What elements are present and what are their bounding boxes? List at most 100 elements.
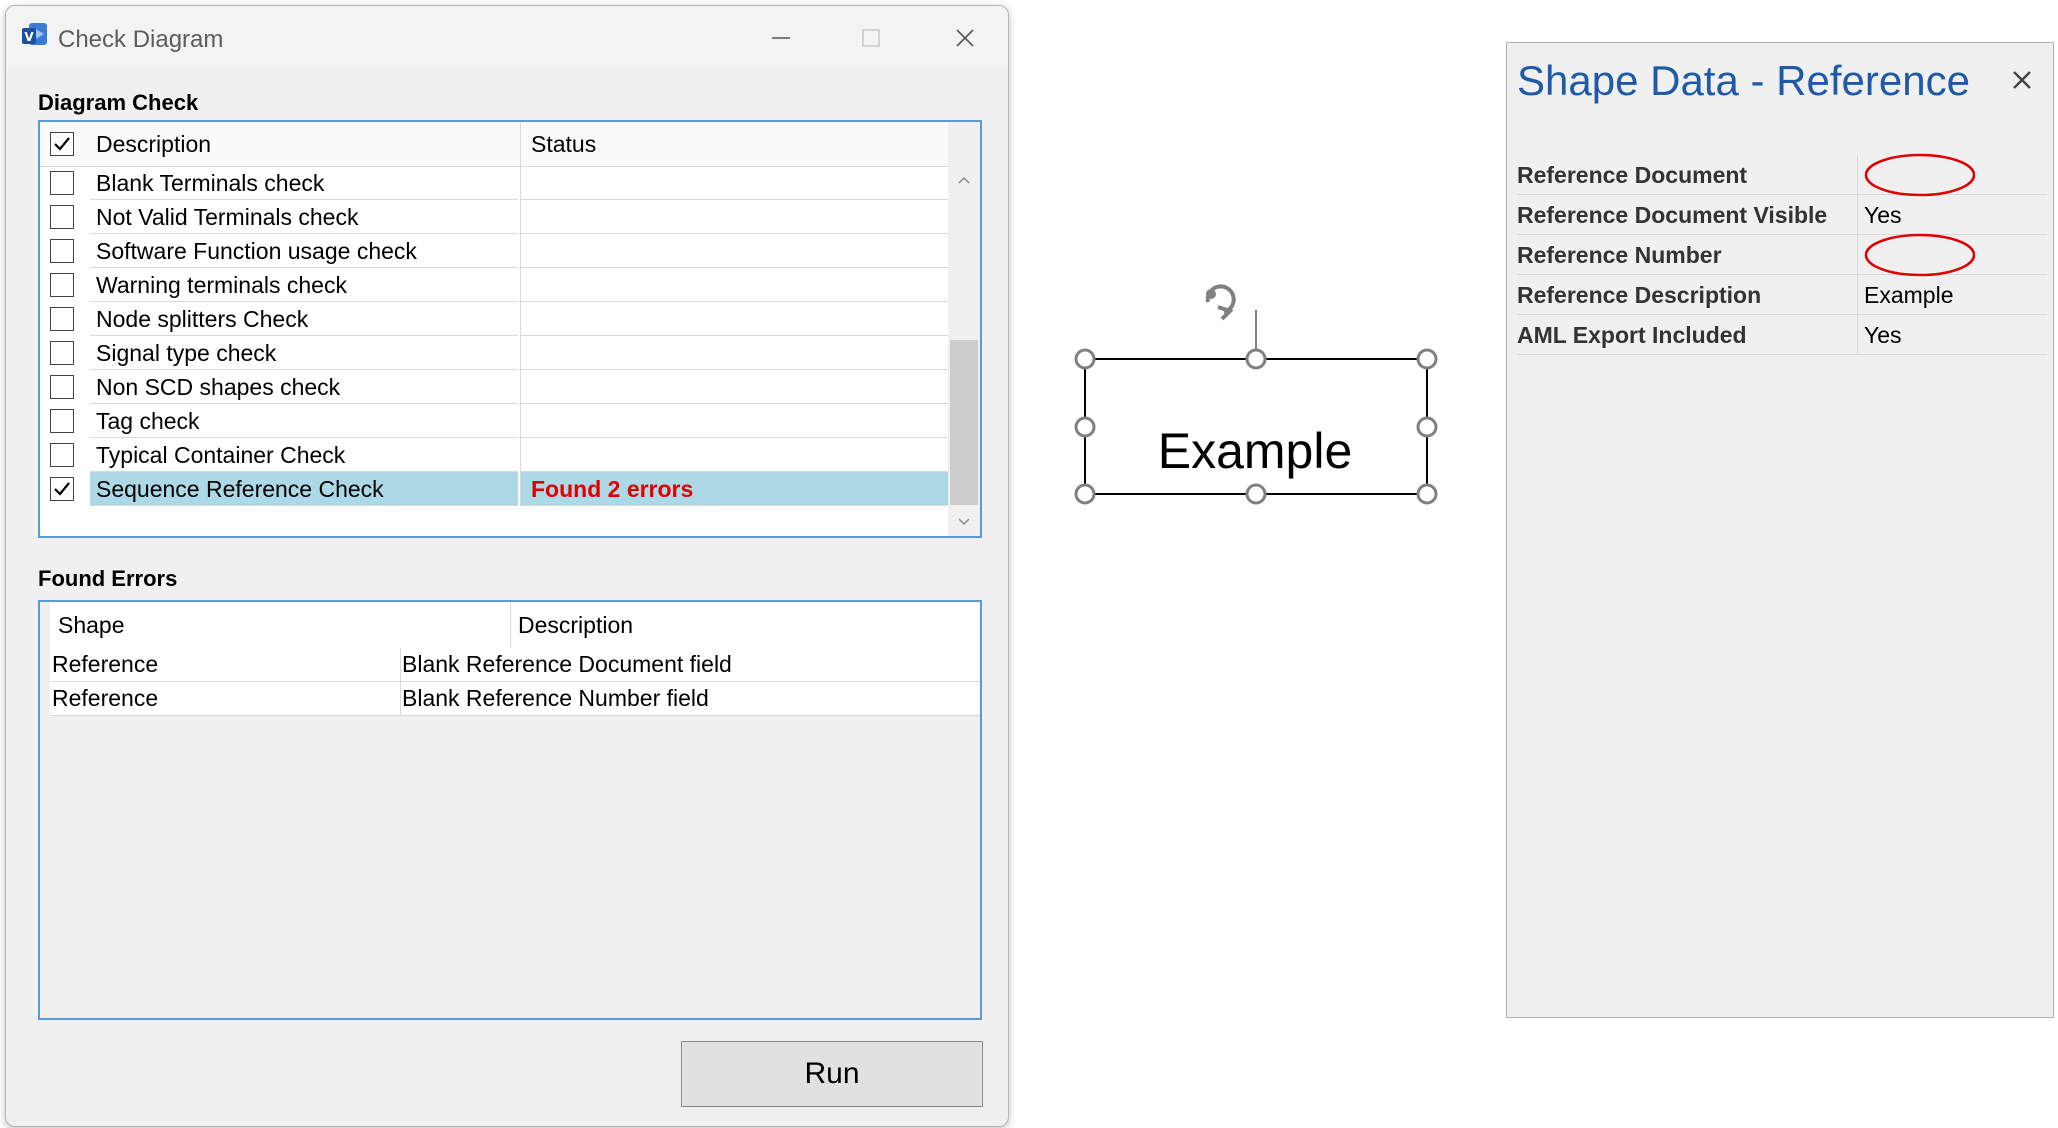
error-row-description: Blank Reference Document field (402, 651, 732, 677)
window-title: Check Diagram (58, 26, 224, 53)
check-row-status (520, 438, 948, 472)
shape-data-value[interactable]: Yes (1857, 195, 2047, 234)
rotation-handle-icon[interactable] (1205, 284, 1236, 321)
check-row[interactable]: Not Valid Terminals check (40, 200, 948, 234)
resize-handle-bottom-left[interactable] (1074, 483, 1096, 505)
shape-data-row[interactable]: AML Export Included Yes (1517, 315, 2047, 355)
column-header-status[interactable]: Status (520, 122, 948, 166)
check-row[interactable]: Software Function usage check (40, 234, 948, 268)
check-row-checkbox[interactable] (50, 443, 74, 467)
check-row-status (520, 200, 948, 234)
resize-handle-bottom[interactable] (1245, 483, 1267, 505)
check-diagram-window: V Check Diagram Diagram Check Descriptio… (5, 5, 1009, 1127)
check-row[interactable]: Sequence Reference Check Found 2 errors (40, 472, 948, 506)
check-row[interactable]: Signal type check (40, 336, 948, 370)
check-row-description: Warning terminals check (90, 268, 518, 302)
shape-data-key: AML Export Included (1517, 322, 1747, 348)
scroll-up-icon[interactable] (956, 172, 972, 188)
minimize-icon (772, 37, 790, 39)
checkmark-icon (54, 137, 70, 151)
check-row[interactable]: Blank Terminals check (40, 166, 948, 200)
check-row-description: Sequence Reference Check (90, 472, 518, 506)
check-row-description: Blank Terminals check (90, 166, 518, 200)
select-all-checkbox[interactable] (50, 132, 74, 156)
shape-data-panel: Shape Data - Reference Reference Documen… (1506, 42, 2054, 1018)
shape-data-value[interactable]: Yes (1857, 315, 2047, 354)
column-divider (400, 648, 401, 682)
maximize-button[interactable] (848, 18, 894, 58)
check-row-checkbox[interactable] (50, 307, 74, 331)
check-row-checkbox[interactable] (50, 409, 74, 433)
check-row-status: Found 2 errors (520, 472, 948, 506)
check-row-status (520, 404, 948, 438)
shape-data-row[interactable]: Reference Document (1517, 153, 2047, 197)
close-icon[interactable] (2009, 67, 2035, 93)
check-row-status (520, 166, 948, 200)
resize-handle-top-left[interactable] (1074, 348, 1096, 370)
check-row[interactable]: Typical Container Check (40, 438, 948, 472)
shape-data-key: Reference Number (1517, 242, 1722, 268)
shape-data-row[interactable]: Reference Description Example (1517, 275, 2047, 315)
shape-data-key: Reference Document (1517, 162, 1748, 188)
close-icon (956, 29, 974, 47)
scrollbar-thumb[interactable] (950, 340, 978, 505)
maximize-icon (862, 29, 880, 47)
found-errors-label: Found Errors (38, 566, 178, 591)
check-row[interactable]: Warning terminals check (40, 268, 948, 302)
check-row-description: Non SCD shapes check (90, 370, 518, 404)
column-header-shape[interactable]: Shape (58, 602, 125, 648)
error-row[interactable]: Reference Blank Reference Number field (50, 682, 980, 716)
visio-app-icon: V (22, 23, 47, 45)
check-row-description: Not Valid Terminals check (90, 200, 518, 234)
error-row-shape: Reference (52, 651, 159, 677)
diagram-check-list[interactable]: Description Status Blank Terminals check… (38, 120, 982, 538)
column-header-error-description[interactable]: Description (518, 602, 633, 648)
check-row-checkbox[interactable] (50, 171, 74, 195)
check-row-checkbox[interactable] (50, 273, 74, 297)
shape-data-row[interactable]: Reference Document Visible Yes (1517, 195, 2047, 235)
check-row[interactable]: Tag check (40, 404, 948, 438)
check-row-checkbox[interactable] (50, 375, 74, 399)
check-row-checkbox[interactable] (50, 239, 74, 263)
check-row-checkbox[interactable] (50, 341, 74, 365)
check-row[interactable]: Non SCD shapes check (40, 370, 948, 404)
error-row[interactable]: Reference Blank Reference Document field (50, 648, 980, 682)
run-button[interactable]: Run (681, 1041, 983, 1107)
title-bar[interactable]: V Check Diagram (6, 6, 1008, 68)
minimize-button[interactable] (758, 18, 804, 58)
checkmark-icon (54, 482, 70, 496)
error-row-description: Blank Reference Number field (402, 685, 709, 711)
shape-data-key: Reference Document Visible (1517, 202, 1828, 228)
column-header-description[interactable]: Description (96, 122, 211, 166)
check-row-status (520, 370, 948, 404)
selected-shape[interactable] (1064, 270, 1444, 520)
check-row[interactable]: Node splitters Check (40, 302, 948, 336)
resize-handle-top[interactable] (1245, 348, 1267, 370)
vertical-scrollbar[interactable] (948, 122, 980, 536)
check-row-status (520, 234, 948, 268)
error-row-shape: Reference (52, 685, 159, 711)
close-button[interactable] (942, 18, 988, 58)
shape-data-key: Reference Description (1517, 282, 1762, 308)
shape-text[interactable]: Example (1082, 422, 1428, 480)
check-row-description: Software Function usage check (90, 234, 518, 268)
check-row-description: Signal type check (90, 336, 518, 370)
check-row-checkbox[interactable] (50, 477, 74, 501)
diagram-check-header: Description Status (40, 122, 948, 167)
resize-handle-top-right[interactable] (1416, 348, 1438, 370)
found-errors-list[interactable]: Shape Description Reference Blank Referen… (38, 600, 982, 1020)
scroll-down-icon[interactable] (956, 514, 972, 530)
check-row-status (520, 336, 948, 370)
check-row-description: Node splitters Check (90, 302, 518, 336)
highlight-ellipse (1864, 153, 1976, 197)
svg-text:V: V (24, 30, 34, 44)
found-errors-header: Shape Description (50, 602, 980, 649)
check-row-status (520, 268, 948, 302)
check-row-status (520, 302, 948, 336)
check-row-checkbox[interactable] (50, 205, 74, 229)
highlight-ellipse (1864, 233, 1976, 277)
shape-data-row[interactable]: Reference Number (1517, 233, 2047, 277)
shape-data-value[interactable]: Example (1857, 275, 2047, 314)
column-divider (400, 682, 401, 716)
resize-handle-bottom-right[interactable] (1416, 483, 1438, 505)
